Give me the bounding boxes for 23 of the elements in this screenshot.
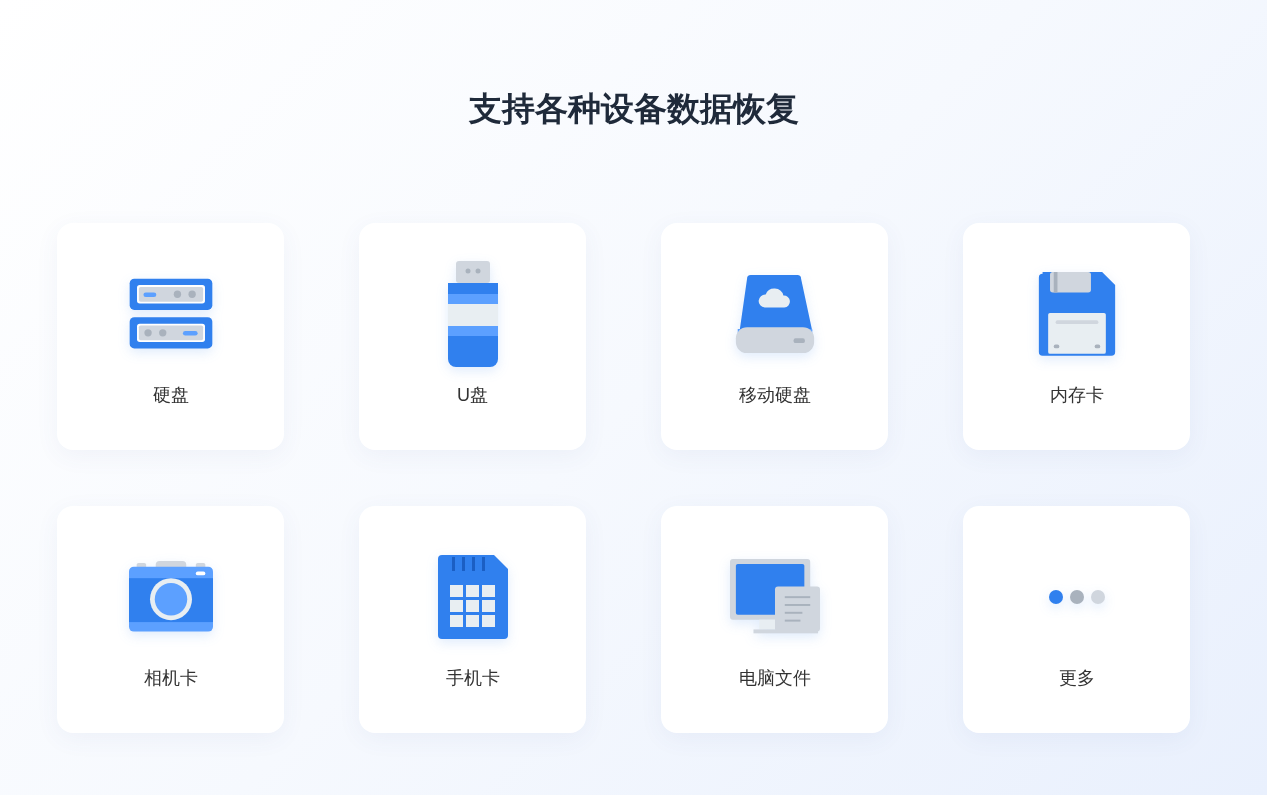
page-title: 支持各种设备数据恢复 — [467, 89, 800, 129]
device-card[interactable]: 内存卡 — [963, 223, 1190, 450]
device-card[interactable]: 电脑文件 — [661, 506, 888, 733]
computer-icon — [729, 558, 820, 636]
device-label: 电脑文件 — [738, 667, 811, 690]
device-label: 手机卡 — [445, 667, 500, 690]
sim-card-icon — [437, 555, 508, 639]
device-card[interactable]: U盘 — [359, 223, 586, 450]
device-card[interactable]: 相机卡 — [57, 506, 284, 733]
device-label: 更多 — [1058, 667, 1095, 690]
hard-drive-icon — [733, 274, 816, 354]
device-label: 相机卡 — [143, 667, 198, 690]
device-label: U盘 — [457, 384, 488, 407]
three-dots-icon — [1048, 590, 1105, 604]
device-label: 移动硬盘 — [738, 384, 811, 407]
device-label: 硬盘 — [152, 384, 189, 407]
device-card[interactable]: 更多 — [963, 506, 1190, 733]
device-card[interactable]: 移动硬盘 — [661, 223, 888, 450]
device-label: 内存卡 — [1049, 384, 1104, 407]
camera-icon — [128, 560, 213, 634]
usb-drive-icon — [446, 261, 499, 367]
device-card[interactable]: 硬盘 — [57, 223, 284, 450]
device-card[interactable]: 手机卡 — [359, 506, 586, 733]
